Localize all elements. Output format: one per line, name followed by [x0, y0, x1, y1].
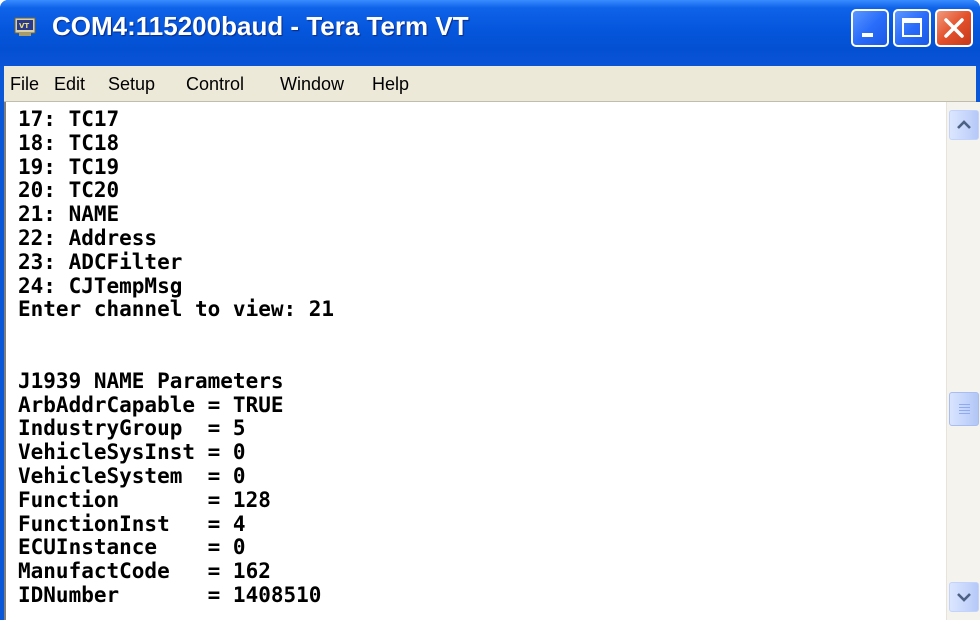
terminal-line: ArbAddrCapable = TRUE	[18, 392, 284, 417]
terminal-line: IDNumber = 1408510	[18, 583, 322, 607]
menu-edit[interactable]: Edit	[54, 74, 85, 95]
maximize-icon	[902, 18, 922, 37]
terminal-line: 23: ADCFilter	[18, 249, 183, 274]
terminal-output[interactable]: 17: TC17 18: TC18 19: TC19 20: TC20 21: NAME…	[18, 108, 938, 618]
arrow-down-icon	[957, 593, 971, 602]
close-button[interactable]	[935, 9, 973, 47]
terminal-line: VehicleSystem = 0	[18, 464, 246, 488]
minimize-icon	[862, 33, 873, 37]
scroll-down-button[interactable]	[949, 582, 979, 612]
menu-file[interactable]: File	[10, 74, 39, 95]
vertical-scrollbar[interactable]	[946, 102, 980, 620]
terminal-line: ManufactCode = 162	[18, 559, 271, 584]
scroll-thumb[interactable]	[949, 392, 979, 427]
terminal-line: VehicleSysInst = 0	[18, 440, 246, 465]
terminal-line: 19: TC19	[18, 154, 120, 179]
teraterm-app-icon[interactable]: VT	[14, 16, 36, 38]
terminal-line: J1939 NAME Parameters	[18, 368, 284, 393]
scroll-up-button[interactable]	[949, 110, 979, 140]
menu-control[interactable]: Control	[186, 74, 244, 95]
window-title: COM4:115200baud - Tera Term VT	[52, 11, 469, 41]
terminal-line: 20: TC20	[18, 178, 120, 203]
terminal-line: ECUInstance = 0	[18, 535, 246, 560]
maximize-button[interactable]	[893, 9, 931, 47]
terminal-line: 18: TC18	[18, 130, 120, 155]
menu-bar: File Edit Setup Control Window Help	[4, 66, 976, 102]
title-bar[interactable]: VT COM4:115200baud - Tera Term VT	[0, 0, 980, 66]
terminal-line: 24: CJTempMsg	[18, 273, 183, 298]
terminal-line: Function = 128	[18, 487, 271, 512]
close-icon	[944, 18, 964, 38]
terminal-line: IndustryGroup = 5	[18, 416, 246, 441]
menu-setup[interactable]: Setup	[108, 74, 155, 95]
terminal-window: VT COM4:115200baud - Tera Term VT File E…	[0, 0, 980, 620]
terminal-line: FunctionInst = 4	[18, 511, 246, 536]
minimize-button[interactable]	[851, 9, 889, 47]
terminal-line: Enter channel to view: 21	[18, 297, 335, 322]
menu-help[interactable]: Help	[372, 74, 409, 95]
terminal-line: 22: Address	[18, 226, 158, 250]
menu-window[interactable]: Window	[280, 74, 344, 95]
terminal-line: 17: TC17	[18, 108, 120, 131]
terminal-line: 21: NAME	[18, 202, 120, 227]
terminal-client-area[interactable]: 17: TC17 18: TC18 19: TC19 20: TC20 21: NAME…	[4, 102, 980, 620]
svg-text:VT: VT	[19, 22, 29, 30]
arrow-up-icon	[957, 120, 971, 129]
